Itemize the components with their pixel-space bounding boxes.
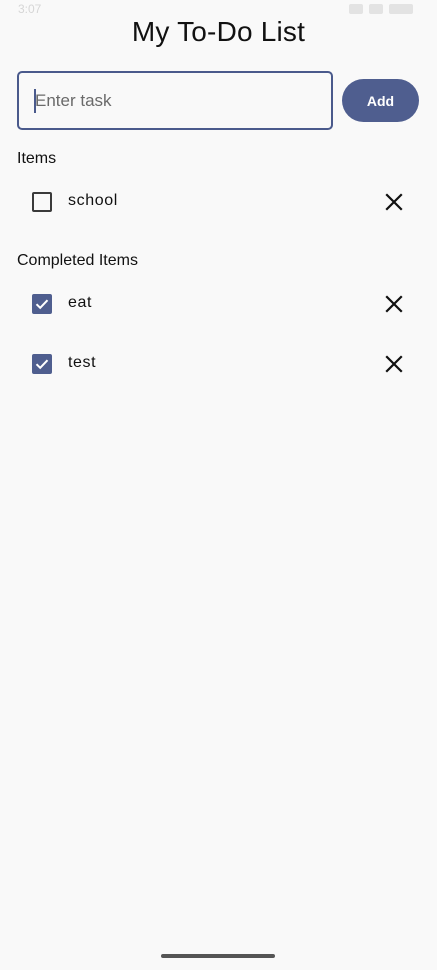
status-icons bbox=[349, 4, 413, 14]
item-label: eat bbox=[68, 294, 93, 311]
delete-button[interactable] bbox=[382, 292, 406, 316]
list-item: eat bbox=[0, 284, 437, 324]
delete-button[interactable] bbox=[382, 352, 406, 376]
item-checkbox[interactable] bbox=[32, 354, 52, 374]
delete-button[interactable] bbox=[382, 190, 406, 214]
items-section-title: Items bbox=[17, 150, 57, 167]
home-indicator[interactable] bbox=[161, 954, 275, 958]
check-icon bbox=[35, 359, 49, 370]
text-caret bbox=[34, 89, 36, 113]
signal-icon bbox=[349, 4, 363, 14]
item-checkbox[interactable] bbox=[32, 294, 52, 314]
check-icon bbox=[35, 299, 49, 310]
status-time: 3:07 bbox=[18, 2, 42, 16]
close-icon bbox=[385, 295, 403, 313]
item-label: school bbox=[68, 192, 118, 209]
battery-icon bbox=[389, 4, 413, 14]
item-checkbox[interactable] bbox=[32, 192, 52, 212]
list-item: school bbox=[0, 182, 437, 222]
close-icon bbox=[385, 355, 403, 373]
task-input[interactable] bbox=[17, 71, 333, 130]
wifi-icon bbox=[369, 4, 383, 14]
page-title: My To-Do List bbox=[131, 16, 306, 47]
close-icon bbox=[385, 193, 403, 211]
completed-section-title: Completed Items bbox=[17, 252, 138, 269]
list-item: test bbox=[0, 344, 437, 384]
add-button[interactable]: Add bbox=[342, 79, 419, 122]
item-label: test bbox=[68, 354, 97, 371]
